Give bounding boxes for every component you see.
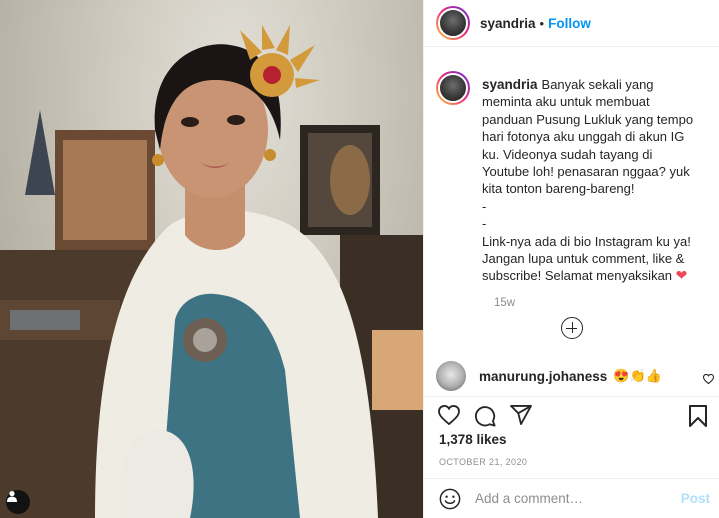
post-actions-bar: [424, 396, 719, 432]
save-bookmark-icon[interactable]: [689, 405, 707, 427]
caption-line-0: Banyak sekali yang: [541, 77, 654, 92]
add-comment-bar: Post: [424, 478, 719, 518]
comment-text: 😍👏👍: [613, 368, 662, 383]
caption-line-2: panduan Pusung Lukluk yang tempo: [482, 111, 694, 127]
load-more-comments-button[interactable]: [561, 317, 583, 339]
caption-section: syandria Banyak sekali yang meminta aku u…: [424, 55, 719, 355]
heart-emoji: ❤: [675, 267, 688, 284]
emoji-smiley-icon[interactable]: [439, 488, 461, 510]
separator-dot: •: [539, 15, 545, 31]
likes-count[interactable]: 1,378 likes: [439, 432, 507, 447]
caption-line-9: Link-nya ada di bio Instagram ku ya!: [482, 233, 691, 249]
caption-line-8: -: [482, 216, 487, 232]
caption-line-10: Jangan lupa untuk comment, like &: [482, 251, 685, 267]
post-side-panel: syandria • Follow syandria Banyak sekali …: [423, 0, 719, 518]
commenter-avatar[interactable]: [436, 361, 466, 391]
post-comment-button[interactable]: Post: [681, 491, 710, 506]
caption-line-7: -: [482, 198, 487, 214]
owner-avatar[interactable]: [436, 6, 470, 40]
caption-time-ago[interactable]: 15w: [494, 297, 710, 309]
caption-line-4: ku. Videonya sudah tayang di: [482, 146, 653, 162]
comment-like-heart-icon[interactable]: [703, 374, 714, 384]
post-photo[interactable]: [0, 0, 423, 518]
caption-username[interactable]: syandria: [482, 77, 538, 92]
caption-line-5: Youtube loh! penasaran nggaa? yuk: [482, 164, 690, 180]
comment-item: manurung.johaness 😍👏👍: [436, 361, 714, 391]
comment-bubble-icon[interactable]: [474, 405, 496, 427]
caption-line-3: hari fotonya aku unggah di akun IG: [482, 129, 685, 145]
caption-owner-avatar[interactable]: [436, 71, 470, 105]
caption-line-1: meminta aku untuk membuat: [482, 94, 650, 110]
like-heart-icon[interactable]: [438, 405, 460, 425]
post-date[interactable]: OCTOBER 21, 2020: [439, 457, 527, 467]
add-comment-input[interactable]: [475, 491, 665, 506]
post-header: syandria • Follow: [424, 0, 719, 47]
follow-button[interactable]: Follow: [548, 16, 591, 31]
caption-line-6: kita tonton bareng-bareng!: [482, 181, 635, 197]
caption-line-11: subscribe! Selamat menyaksikan: [482, 268, 673, 284]
user-icon: [7, 491, 17, 502]
tagged-user-button[interactable]: [6, 490, 30, 514]
owner-username[interactable]: syandria: [480, 16, 536, 31]
commenter-username[interactable]: manurung.johaness: [479, 369, 607, 384]
share-send-icon[interactable]: [510, 405, 532, 425]
caption-text: syandria Banyak sekali yang meminta aku u…: [482, 76, 710, 285]
post-photo-illustration: [0, 25, 423, 518]
